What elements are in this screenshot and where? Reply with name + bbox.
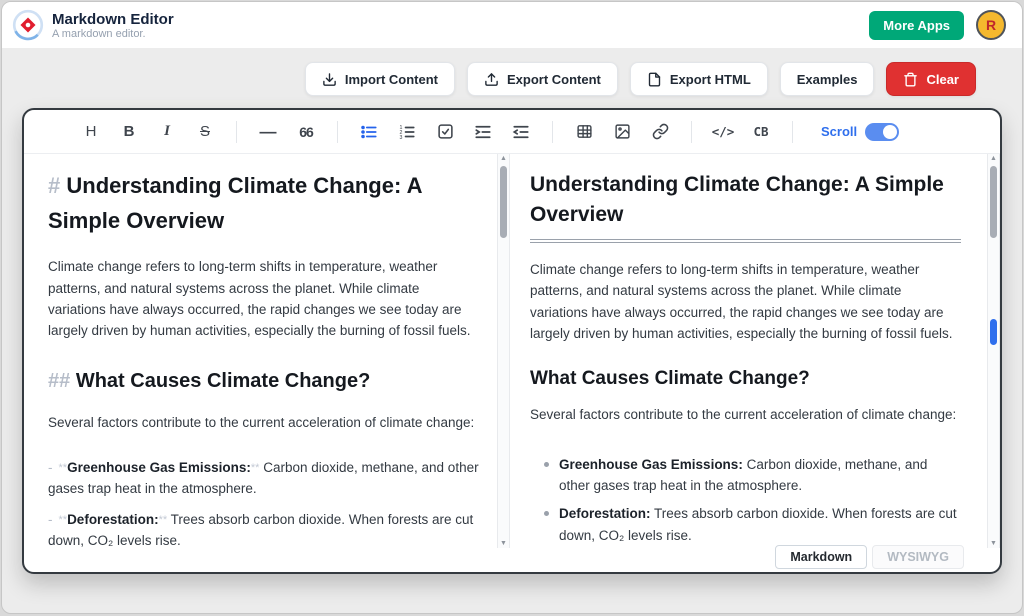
clear-button[interactable]: Clear <box>886 62 976 96</box>
scrollbar-thumb[interactable] <box>990 166 997 238</box>
scroll-sync-marker <box>990 319 997 345</box>
export-content-button[interactable]: Export Content <box>467 62 618 96</box>
task-list-button[interactable] <box>430 117 460 147</box>
preview-paragraph: Climate change refers to long-term shift… <box>530 259 961 344</box>
import-content-button[interactable]: Import Content <box>305 62 455 96</box>
checkbox-icon <box>437 123 454 140</box>
preview-paragraph: Several factors contribute to the curren… <box>530 404 961 425</box>
format-toolbar: H B I S — 66 123 <box>24 110 1000 154</box>
export-html-button[interactable]: Export HTML <box>630 62 768 96</box>
ordered-list-button[interactable]: 123 <box>392 117 422 147</box>
bullet-dot <box>544 462 549 467</box>
source-paragraph: Climate change refers to long-term shift… <box>48 256 479 341</box>
avatar[interactable]: R <box>976 10 1006 40</box>
toolbar-divider <box>552 121 553 143</box>
table-button[interactable] <box>569 117 599 147</box>
scroll-sync-toggle[interactable] <box>865 123 899 141</box>
tab-wysiwyg[interactable]: WYSIWYG <box>872 545 964 569</box>
scroll-down-arrow[interactable]: ▼ <box>988 540 999 547</box>
editor-panes: # Understanding Climate Change: A Simple… <box>24 154 1000 548</box>
code-block-button[interactable]: CB <box>746 117 776 147</box>
source-list-item: -**Greenhouse Gas Emissions:** Carbon di… <box>48 457 479 500</box>
italic-button[interactable]: I <box>152 117 182 147</box>
toolbar-divider <box>236 121 237 143</box>
inline-code-button[interactable]: </> <box>708 117 738 147</box>
scroll-sync-label: Scroll <box>821 124 857 139</box>
examples-button[interactable]: Examples <box>780 62 875 96</box>
scroll-up-arrow[interactable]: ▲ <box>988 155 999 162</box>
actions-toolbar: Import Content Export Content Export HTM… <box>305 62 976 96</box>
more-apps-button[interactable]: More Apps <box>869 11 964 40</box>
preview-list: Greenhouse Gas Emissions: Carbon dioxide… <box>530 454 961 548</box>
scroll-down-arrow[interactable]: ▼ <box>498 540 509 547</box>
image-icon <box>614 123 631 140</box>
preview-scrollbar[interactable]: ▲ ▼ <box>987 154 1000 548</box>
link-icon <box>652 123 669 140</box>
indent-icon <box>474 123 492 141</box>
image-button[interactable] <box>607 117 637 147</box>
preview-heading-1: Understanding Climate Change: A Simple O… <box>530 170 961 243</box>
outdent-icon <box>512 123 530 141</box>
file-icon <box>647 72 662 87</box>
brand: Markdown Editor A markdown editor. <box>12 9 174 41</box>
preview-pane: Understanding Climate Change: A Simple O… <box>510 154 987 548</box>
ordered-list-icon: 123 <box>398 123 416 141</box>
app-header: Markdown Editor A markdown editor. More … <box>2 2 1022 48</box>
app-logo-icon <box>12 9 44 41</box>
app-window: Markdown Editor A markdown editor. More … <box>1 1 1023 614</box>
source-scrollbar[interactable]: ▲ ▼ <box>497 154 510 548</box>
toolbar-divider <box>691 121 692 143</box>
horizontal-rule-button[interactable]: — <box>253 117 283 147</box>
bullet-dot <box>544 511 549 516</box>
bullet-list-button[interactable] <box>354 117 384 147</box>
table-icon <box>576 123 593 140</box>
source-heading-1: # Understanding Climate Change: A Simple… <box>48 168 479 238</box>
scroll-up-arrow[interactable]: ▲ <box>498 155 509 162</box>
preview-heading-2: What Causes Climate Change? <box>530 368 961 390</box>
preview-list-item: Greenhouse Gas Emissions: Carbon dioxide… <box>530 454 961 497</box>
mode-tabs: Markdown WYSIWYG <box>775 545 964 569</box>
source-paragraph: Several factors contribute to the curren… <box>48 412 479 433</box>
outdent-button[interactable] <box>506 117 536 147</box>
markdown-source-pane[interactable]: # Understanding Climate Change: A Simple… <box>24 154 497 548</box>
tab-markdown[interactable]: Markdown <box>775 545 867 569</box>
bullet-list-icon <box>360 123 378 141</box>
scroll-sync-group: Scroll <box>821 123 899 141</box>
svg-text:3: 3 <box>400 134 403 140</box>
strikethrough-button[interactable]: S <box>190 117 220 147</box>
app-title: Markdown Editor <box>52 11 174 28</box>
trash-icon <box>903 72 918 87</box>
bold-button[interactable]: B <box>114 117 144 147</box>
editor-card: H B I S — 66 123 <box>22 108 1002 574</box>
indent-button[interactable] <box>468 117 498 147</box>
link-button[interactable] <box>645 117 675 147</box>
app-subtitle: A markdown editor. <box>52 28 174 40</box>
heading-button[interactable]: H <box>76 117 106 147</box>
source-list-item: -**Deforestation:** Trees absorb carbon … <box>48 509 479 548</box>
scrollbar-thumb[interactable] <box>500 166 507 238</box>
toggle-knob <box>883 125 897 139</box>
toolbar-divider <box>792 121 793 143</box>
source-heading-2: ## What Causes Climate Change? <box>48 366 479 396</box>
upload-icon <box>484 72 499 87</box>
download-icon <box>322 72 337 87</box>
blockquote-button[interactable]: 66 <box>291 117 321 147</box>
preview-list-item: Deforestation: Trees absorb carbon dioxi… <box>530 503 961 546</box>
toolbar-divider <box>337 121 338 143</box>
